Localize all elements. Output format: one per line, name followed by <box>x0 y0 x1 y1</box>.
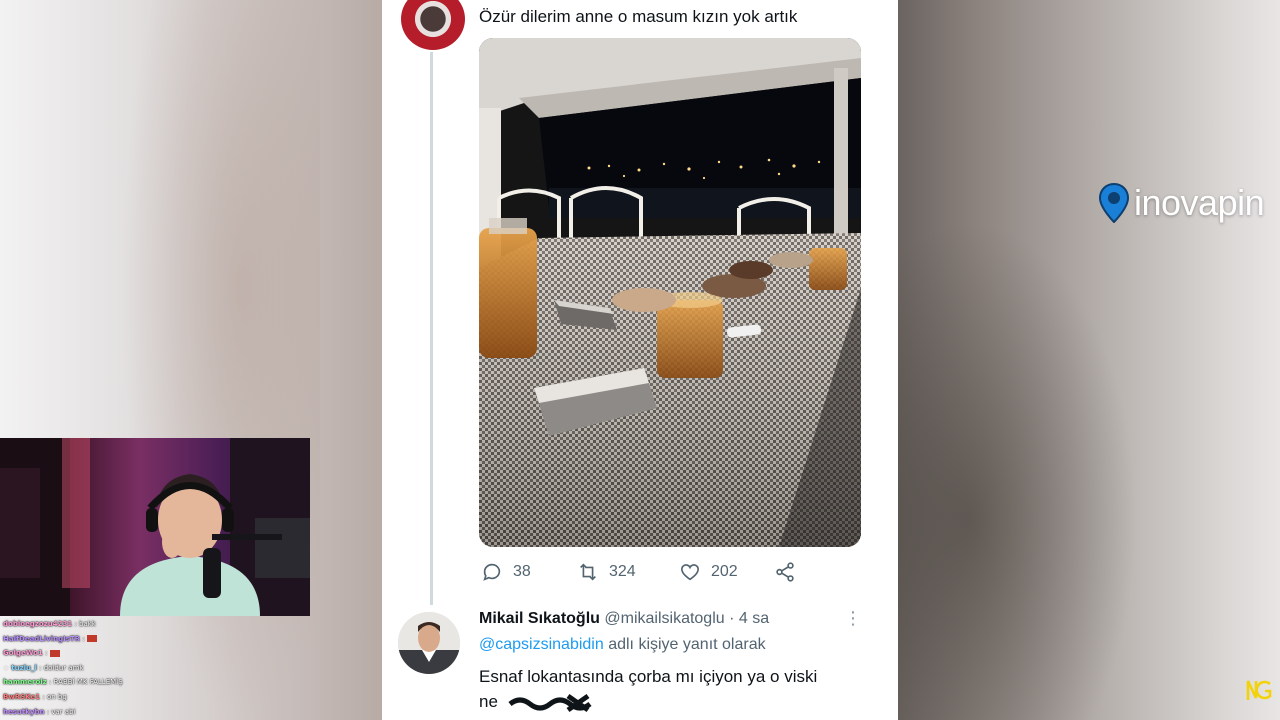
reply-count: 38 <box>513 563 531 580</box>
chat-username[interactable]: BwRSKe1 <box>3 693 40 701</box>
tweet-text: Özür dilerim anne o masum kızın yok artı… <box>479 7 798 26</box>
badge-icon <box>3 664 9 671</box>
chat-message: hesutkybn : var abi <box>3 705 310 720</box>
chat-text: : bakk <box>74 620 96 628</box>
retweet-button[interactable]: 324 <box>577 561 636 583</box>
emote-icon <box>49 649 60 657</box>
chat-text: : <box>82 634 85 643</box>
avatar[interactable] <box>398 612 460 674</box>
chat-username[interactable]: hammerolz <box>3 678 47 686</box>
webcam-overlay <box>0 438 310 616</box>
more-options-icon[interactable]: ⋮ <box>844 608 863 629</box>
channel-logo <box>1246 680 1272 700</box>
chat-message: GolgeWo1 : <box>3 646 310 661</box>
reply-tweet[interactable]: Mikail Sıkatoğlu @mikailsikatoglu · 4 sa… <box>382 600 898 720</box>
share-button[interactable] <box>774 561 796 583</box>
tweet-actions: 38 324 202 <box>479 560 839 584</box>
chat-message: HalfDeadLivingIsTR : <box>3 632 310 647</box>
location-pin-icon <box>1098 183 1130 223</box>
chat-username[interactable]: dobloegzozu4231 <box>3 620 72 628</box>
censor-scribble <box>508 693 592 713</box>
chat-username[interactable]: hesutkybn <box>3 708 44 716</box>
mention-link[interactable]: @capsizsinabidin <box>479 636 604 653</box>
reply-time: · 4 sa <box>729 610 770 627</box>
reply-author-name[interactable]: Mikail Sıkatoğlu <box>479 610 600 627</box>
chat-message: tuzlu_l : doldur amk <box>3 661 310 676</box>
chat-message: hammerolz : RABBİ MK FALLEMİŞ <box>3 675 310 690</box>
reply-note: adlı kişiye yanıt olarak <box>608 636 766 653</box>
avatar[interactable] <box>399 0 467 52</box>
share-icon <box>776 562 794 582</box>
reply-button[interactable]: 38 <box>481 561 531 583</box>
emote-icon <box>86 635 97 643</box>
reply-header: Mikail Sıkatoğlu @mikailsikatoglu · 4 sa <box>479 610 769 628</box>
tweet-panel: Özür dilerim anne o masum kızın yok artı… <box>382 0 898 720</box>
chat-message: dobloegzozu4231 : bakk <box>3 617 310 632</box>
chat-text: : RABBİ MK FALLEMİŞ <box>49 678 123 687</box>
chat-username[interactable]: tuzlu_l <box>11 664 37 672</box>
reply-icon <box>483 563 501 581</box>
brand-name: inovapin <box>1134 182 1265 223</box>
chat-message: BwRSKe1 : on bg <box>3 690 310 705</box>
tweet-photo[interactable] <box>479 38 861 547</box>
stream-chat: dobloegzozu4231 : bakk HalfDeadLivingIsT… <box>0 617 310 720</box>
replying-to: @capsizsinabidin adlı kişiye yanıt olara… <box>479 636 766 654</box>
like-icon <box>680 564 700 581</box>
chat-username[interactable]: HalfDeadLivingIsTR <box>3 635 80 643</box>
sponsor-logo: inovapin <box>1098 182 1265 224</box>
thread-line <box>430 50 433 605</box>
blurred-background-right <box>898 0 1280 720</box>
chat-text: : <box>45 649 48 658</box>
retweet-count: 324 <box>609 563 636 580</box>
like-button[interactable]: 202 <box>679 561 738 583</box>
like-count: 202 <box>711 563 738 580</box>
chat-username[interactable]: GolgeWo1 <box>3 649 43 657</box>
chat-text: : doldur amk <box>39 663 84 672</box>
reply-handle[interactable]: @mikailsikatoglu <box>604 610 724 627</box>
chat-text: : var abi <box>46 707 76 716</box>
reply-text-line-1: Esnaf lokantasında çorba mı içiyon ya o … <box>479 667 818 686</box>
chat-text: : on bg <box>42 692 67 701</box>
retweet-icon <box>580 563 596 581</box>
